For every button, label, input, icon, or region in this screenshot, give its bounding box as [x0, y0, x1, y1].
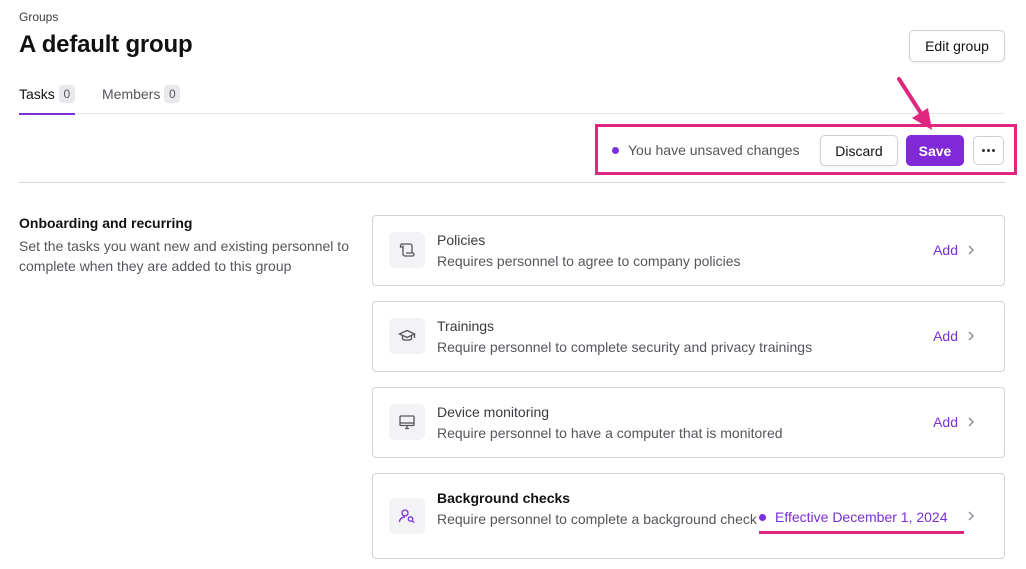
monitor-icon [389, 404, 425, 440]
card-title: Device monitoring [437, 404, 550, 420]
chevron-right-icon[interactable] [964, 509, 978, 523]
save-button[interactable]: Save [906, 135, 964, 166]
card-description: Require personnel to have a computer tha… [437, 425, 783, 441]
more-horizontal-icon [987, 149, 990, 152]
add-policies-link[interactable]: Add [933, 242, 958, 258]
tab-count-badge: 0 [164, 85, 181, 103]
tab-tasks[interactable]: Tasks 0 [19, 85, 75, 115]
user-search-icon [389, 498, 425, 534]
more-options-button[interactable] [973, 136, 1004, 165]
card-description: Require personnel to complete security a… [437, 339, 813, 355]
add-device-monitoring-link[interactable]: Add [933, 414, 958, 430]
scroll-icon [389, 232, 425, 268]
task-card-background-checks[interactable]: Background checks Require personnel to c… [372, 473, 1005, 559]
tab-count-badge: 0 [58, 85, 75, 103]
card-description: Requires personnel to agree to company p… [437, 253, 741, 269]
effective-date-text: Effective December 1, 2024 [775, 509, 948, 525]
chevron-right-icon[interactable] [964, 329, 978, 343]
tab-label: Tasks [19, 86, 55, 102]
edit-group-button[interactable]: Edit group [909, 30, 1005, 62]
more-horizontal-icon [992, 149, 995, 152]
card-title: Policies [437, 232, 486, 248]
discard-button[interactable]: Discard [820, 135, 898, 166]
status-dot [759, 513, 766, 521]
chevron-right-icon[interactable] [964, 415, 978, 429]
card-title: Background checks [437, 490, 571, 506]
status-dot [612, 146, 619, 154]
unsaved-changes-text: You have unsaved changes [628, 142, 800, 158]
annotation-underline [759, 531, 964, 534]
card-title: Trainings [437, 318, 495, 334]
breadcrumb[interactable]: Groups [19, 10, 58, 24]
tab-members[interactable]: Members 0 [102, 85, 181, 114]
task-card-device-monitoring[interactable]: Device monitoring Require personnel to h… [372, 387, 1005, 458]
section-title: Onboarding and recurring [19, 215, 193, 231]
more-horizontal-icon [982, 149, 985, 152]
section-divider [19, 182, 1005, 183]
tab-label: Members [102, 86, 161, 102]
task-card-policies[interactable]: Policies Requires personnel to agree to … [372, 215, 1005, 286]
task-card-trainings[interactable]: Trainings Require personnel to complete … [372, 301, 1005, 372]
effective-date-status[interactable]: Effective December 1, 2024 [759, 509, 948, 525]
unsaved-changes-indicator: You have unsaved changes [612, 142, 800, 158]
add-trainings-link[interactable]: Add [933, 328, 958, 344]
section-description: Set the tasks you want new and existing … [19, 238, 349, 274]
graduation-cap-icon [389, 318, 425, 354]
page-title: A default group [19, 31, 193, 58]
card-description: Require personnel to complete a backgrou… [437, 511, 757, 527]
chevron-right-icon[interactable] [964, 243, 978, 257]
tab-bar: Tasks 0 Members 0 [19, 85, 1005, 115]
